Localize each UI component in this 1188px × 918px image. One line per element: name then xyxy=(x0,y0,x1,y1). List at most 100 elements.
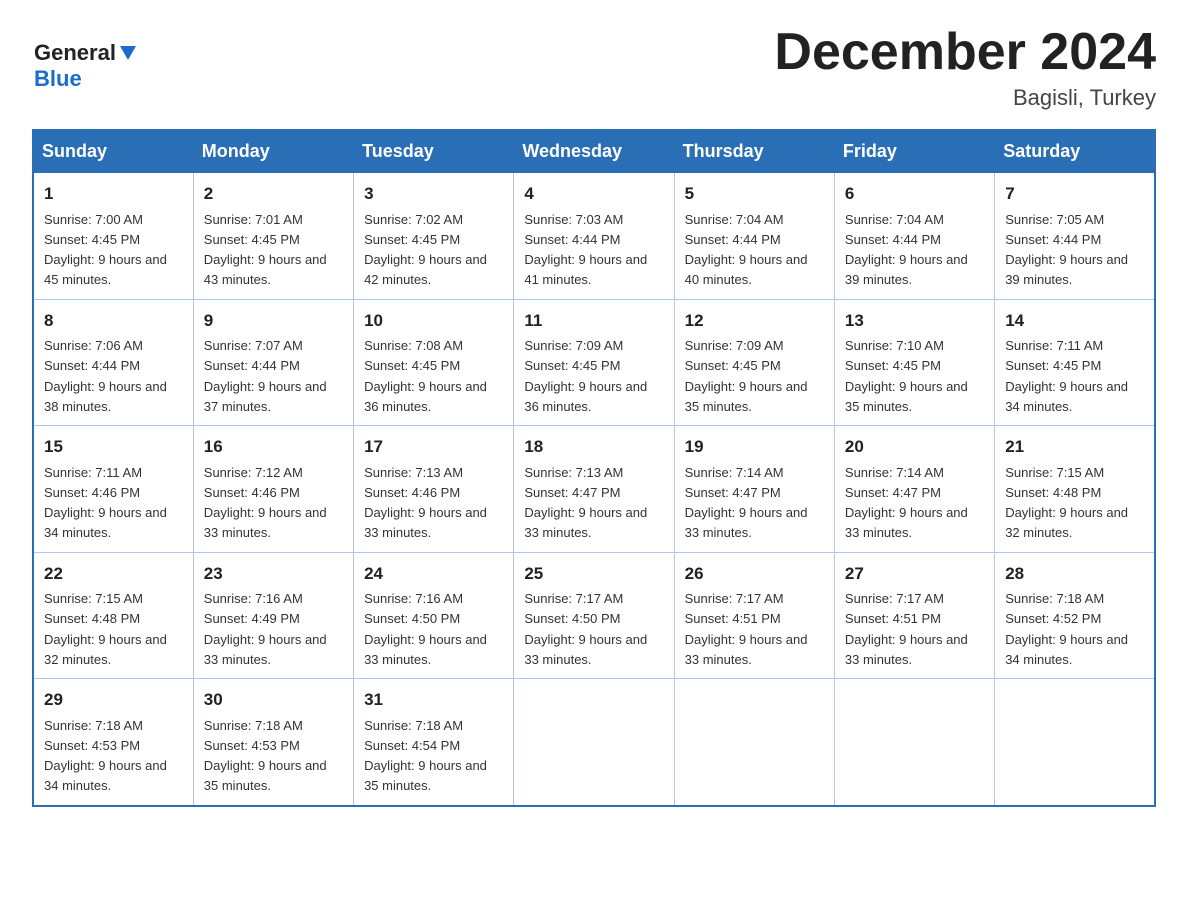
day-info: Sunrise: 7:08 AMSunset: 4:45 PMDaylight:… xyxy=(364,338,487,414)
day-header-thursday: Thursday xyxy=(674,130,834,173)
calendar-week-row: 8 Sunrise: 7:06 AMSunset: 4:44 PMDaylight… xyxy=(33,299,1155,426)
calendar-cell: 15Sunrise: 7:11 AMSunset: 4:46 PMDayligh… xyxy=(33,426,193,553)
day-info: Sunrise: 7:11 AMSunset: 4:45 PMDaylight:… xyxy=(1005,338,1128,414)
calendar-cell: 26Sunrise: 7:17 AMSunset: 4:51 PMDayligh… xyxy=(674,552,834,679)
day-info: Sunrise: 7:02 AMSunset: 4:45 PMDaylight:… xyxy=(364,212,487,288)
day-number: 7 xyxy=(1005,181,1144,207)
calendar-cell: 23 Sunrise: 7:16 AMSunset: 4:49 PMDayligh… xyxy=(193,552,353,679)
day-info: Sunrise: 7:16 AMSunset: 4:49 PMDaylight:… xyxy=(204,591,327,667)
day-info: Sunrise: 7:18 AMSunset: 4:53 PMDaylight:… xyxy=(204,718,327,794)
calendar-cell: 18 Sunrise: 7:13 AMSunset: 4:47 PMDayligh… xyxy=(514,426,674,553)
day-number: 31 xyxy=(364,687,503,713)
day-info: Sunrise: 7:04 AMSunset: 4:44 PMDaylight:… xyxy=(685,212,808,288)
day-number: 9 xyxy=(204,308,343,334)
day-info: Sunrise: 7:13 AMSunset: 4:47 PMDaylight:… xyxy=(524,465,647,541)
calendar-cell xyxy=(834,679,994,806)
day-info: Sunrise: 7:17 AMSunset: 4:50 PMDaylight:… xyxy=(524,591,647,667)
day-number: 17 xyxy=(364,434,503,460)
logo: General Blue xyxy=(32,24,152,94)
day-info: Sunrise: 7:06 AMSunset: 4:44 PMDaylight:… xyxy=(44,338,167,414)
day-number: 30 xyxy=(204,687,343,713)
day-number: 18 xyxy=(524,434,663,460)
day-number: 22 xyxy=(44,561,183,587)
calendar-cell: 13 Sunrise: 7:10 AMSunset: 4:45 PMDayligh… xyxy=(834,299,994,426)
svg-text:General: General xyxy=(34,40,116,65)
calendar-cell: 21 Sunrise: 7:15 AMSunset: 4:48 PMDayligh… xyxy=(995,426,1155,553)
day-info: Sunrise: 7:15 AMSunset: 4:48 PMDaylight:… xyxy=(44,591,167,667)
calendar-week-row: 22 Sunrise: 7:15 AMSunset: 4:48 PMDayligh… xyxy=(33,552,1155,679)
day-info: Sunrise: 7:18 AMSunset: 4:54 PMDaylight:… xyxy=(364,718,487,794)
day-number: 29 xyxy=(44,687,183,713)
calendar-cell: 20Sunrise: 7:14 AMSunset: 4:47 PMDayligh… xyxy=(834,426,994,553)
day-info: Sunrise: 7:09 AMSunset: 4:45 PMDaylight:… xyxy=(524,338,647,414)
day-number: 5 xyxy=(685,181,824,207)
day-info: Sunrise: 7:18 AMSunset: 4:53 PMDaylight:… xyxy=(44,718,167,794)
day-info: Sunrise: 7:17 AMSunset: 4:51 PMDaylight:… xyxy=(845,591,968,667)
calendar-cell: 1Sunrise: 7:00 AMSunset: 4:45 PMDaylight… xyxy=(33,173,193,300)
day-info: Sunrise: 7:05 AMSunset: 4:44 PMDaylight:… xyxy=(1005,212,1128,288)
title-area: December 2024 Bagisli, Turkey xyxy=(774,24,1156,111)
day-number: 3 xyxy=(364,181,503,207)
day-number: 21 xyxy=(1005,434,1144,460)
calendar-cell: 9Sunrise: 7:07 AMSunset: 4:44 PMDaylight… xyxy=(193,299,353,426)
calendar-cell: 5 Sunrise: 7:04 AMSunset: 4:44 PMDaylight… xyxy=(674,173,834,300)
calendar-cell: 31 Sunrise: 7:18 AMSunset: 4:54 PMDayligh… xyxy=(354,679,514,806)
calendar-cell: 7 Sunrise: 7:05 AMSunset: 4:44 PMDaylight… xyxy=(995,173,1155,300)
day-info: Sunrise: 7:13 AMSunset: 4:46 PMDaylight:… xyxy=(364,465,487,541)
calendar-cell xyxy=(674,679,834,806)
day-info: Sunrise: 7:15 AMSunset: 4:48 PMDaylight:… xyxy=(1005,465,1128,541)
calendar-cell: 14 Sunrise: 7:11 AMSunset: 4:45 PMDayligh… xyxy=(995,299,1155,426)
day-info: Sunrise: 7:14 AMSunset: 4:47 PMDaylight:… xyxy=(685,465,808,541)
day-info: Sunrise: 7:16 AMSunset: 4:50 PMDaylight:… xyxy=(364,591,487,667)
calendar-cell: 10 Sunrise: 7:08 AMSunset: 4:45 PMDayligh… xyxy=(354,299,514,426)
day-info: Sunrise: 7:09 AMSunset: 4:45 PMDaylight:… xyxy=(685,338,808,414)
day-info: Sunrise: 7:14 AMSunset: 4:47 PMDaylight:… xyxy=(845,465,968,541)
calendar-cell: 22 Sunrise: 7:15 AMSunset: 4:48 PMDayligh… xyxy=(33,552,193,679)
day-number: 25 xyxy=(524,561,663,587)
page-header: General Blue December 2024 Bagisli, Turk… xyxy=(32,24,1156,111)
calendar-cell: 28 Sunrise: 7:18 AMSunset: 4:52 PMDayligh… xyxy=(995,552,1155,679)
calendar-cell: 16Sunrise: 7:12 AMSunset: 4:46 PMDayligh… xyxy=(193,426,353,553)
day-number: 12 xyxy=(685,308,824,334)
day-header-tuesday: Tuesday xyxy=(354,130,514,173)
day-header-monday: Monday xyxy=(193,130,353,173)
calendar-cell: 19Sunrise: 7:14 AMSunset: 4:47 PMDayligh… xyxy=(674,426,834,553)
calendar-cell: 24 Sunrise: 7:16 AMSunset: 4:50 PMDayligh… xyxy=(354,552,514,679)
day-header-saturday: Saturday xyxy=(995,130,1155,173)
day-number: 23 xyxy=(204,561,343,587)
day-info: Sunrise: 7:04 AMSunset: 4:44 PMDaylight:… xyxy=(845,212,968,288)
day-number: 14 xyxy=(1005,308,1144,334)
day-number: 10 xyxy=(364,308,503,334)
day-info: Sunrise: 7:17 AMSunset: 4:51 PMDaylight:… xyxy=(685,591,808,667)
calendar-cell xyxy=(995,679,1155,806)
month-title: December 2024 xyxy=(774,24,1156,81)
day-number: 6 xyxy=(845,181,984,207)
day-number: 4 xyxy=(524,181,663,207)
calendar-week-row: 29 Sunrise: 7:18 AMSunset: 4:53 PMDayligh… xyxy=(33,679,1155,806)
svg-text:Blue: Blue xyxy=(34,66,82,91)
calendar-cell: 29 Sunrise: 7:18 AMSunset: 4:53 PMDayligh… xyxy=(33,679,193,806)
day-number: 8 xyxy=(44,308,183,334)
day-info: Sunrise: 7:00 AMSunset: 4:45 PMDaylight:… xyxy=(44,212,167,288)
calendar-cell: 2Sunrise: 7:01 AMSunset: 4:45 PMDaylight… xyxy=(193,173,353,300)
day-info: Sunrise: 7:10 AMSunset: 4:45 PMDaylight:… xyxy=(845,338,968,414)
calendar-cell: 6 Sunrise: 7:04 AMSunset: 4:44 PMDaylight… xyxy=(834,173,994,300)
day-number: 11 xyxy=(524,308,663,334)
calendar-cell: 12 Sunrise: 7:09 AMSunset: 4:45 PMDayligh… xyxy=(674,299,834,426)
day-info: Sunrise: 7:12 AMSunset: 4:46 PMDaylight:… xyxy=(204,465,327,541)
calendar-cell: 8 Sunrise: 7:06 AMSunset: 4:44 PMDaylight… xyxy=(33,299,193,426)
day-number: 28 xyxy=(1005,561,1144,587)
calendar-header-row: SundayMondayTuesdayWednesdayThursdayFrid… xyxy=(33,130,1155,173)
calendar-cell: 17 Sunrise: 7:13 AMSunset: 4:46 PMDayligh… xyxy=(354,426,514,553)
calendar-cell: 30 Sunrise: 7:18 AMSunset: 4:53 PMDayligh… xyxy=(193,679,353,806)
day-info: Sunrise: 7:18 AMSunset: 4:52 PMDaylight:… xyxy=(1005,591,1128,667)
day-header-sunday: Sunday xyxy=(33,130,193,173)
day-info: Sunrise: 7:11 AMSunset: 4:46 PMDaylight:… xyxy=(44,465,167,541)
day-header-wednesday: Wednesday xyxy=(514,130,674,173)
day-number: 2 xyxy=(204,181,343,207)
day-number: 24 xyxy=(364,561,503,587)
day-header-friday: Friday xyxy=(834,130,994,173)
calendar-cell: 11 Sunrise: 7:09 AMSunset: 4:45 PMDayligh… xyxy=(514,299,674,426)
day-number: 13 xyxy=(845,308,984,334)
calendar-week-row: 15Sunrise: 7:11 AMSunset: 4:46 PMDayligh… xyxy=(33,426,1155,553)
